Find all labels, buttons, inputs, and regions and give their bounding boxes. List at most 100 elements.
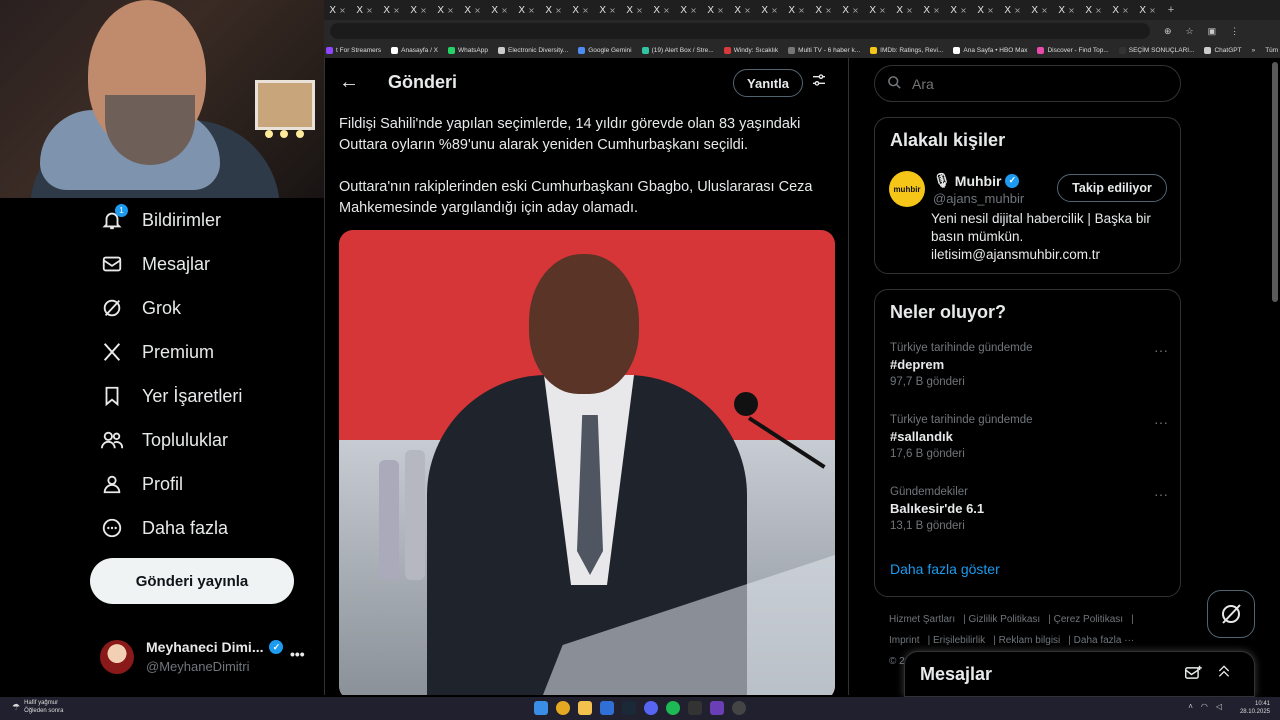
footer-link[interactable]: Hizmet Şartları <box>889 614 955 625</box>
close-icon[interactable]: × <box>1068 6 1075 15</box>
browser-tab[interactable]: X × <box>567 2 594 18</box>
expand-chevrons-icon[interactable] <box>1216 663 1232 684</box>
close-icon[interactable]: × <box>933 6 940 15</box>
discord-icon[interactable] <box>644 701 658 715</box>
close-icon[interactable]: × <box>420 6 427 15</box>
browser-tab[interactable]: X × <box>918 2 945 18</box>
nav-item-more[interactable]: Daha fazla <box>100 508 228 548</box>
nav-item-messages[interactable]: Mesajlar <box>100 244 210 284</box>
footer-link[interactable]: Erişilebilirlik <box>933 635 985 646</box>
footer-link[interactable]: Reklam bilgisi <box>999 635 1061 646</box>
user-name-row[interactable]: 🎙 Muhbir ✓ <box>933 172 1020 189</box>
account-switcher[interactable]: Meyhaneci Dimi... ✓ @MeyhaneDimitri ••• <box>100 636 310 680</box>
close-icon[interactable]: × <box>1095 6 1102 15</box>
chrome-icon[interactable] <box>556 701 570 715</box>
close-icon[interactable]: × <box>528 6 535 15</box>
close-icon[interactable]: × <box>1041 6 1048 15</box>
close-icon[interactable]: × <box>1149 6 1156 15</box>
back-arrow-icon[interactable]: ← <box>339 71 359 94</box>
reply-button[interactable]: Yanıtla <box>733 69 803 97</box>
close-icon[interactable]: × <box>798 6 805 15</box>
close-icon[interactable]: × <box>474 6 481 15</box>
trend-item[interactable]: Türkiye tarihinde gündemde #deprem 97,7 … <box>890 342 1170 388</box>
close-icon[interactable]: × <box>744 6 751 15</box>
browser-tab[interactable]: X × <box>837 2 864 18</box>
browser-tab[interactable]: X × <box>405 2 432 18</box>
browser-tab[interactable]: X × <box>891 2 918 18</box>
zoom-icon[interactable]: ⊕ <box>1164 26 1172 37</box>
nav-item-bookmarks[interactable]: Yer İşaretleri <box>100 376 242 416</box>
bookmark-item[interactable]: t For Streamers <box>326 46 381 54</box>
bookmark-item[interactable]: Anasayfa / X <box>391 46 438 54</box>
browser-tab[interactable]: X × <box>783 2 810 18</box>
close-icon[interactable]: × <box>609 6 616 15</box>
browser-tab[interactable]: X × <box>378 2 405 18</box>
bookmark-item[interactable]: Windy: Sıcaklık <box>723 46 778 54</box>
browser-tab[interactable]: X × <box>513 2 540 18</box>
close-icon[interactable]: × <box>663 6 670 15</box>
browser-tab[interactable]: X × <box>702 2 729 18</box>
page-scrollbar[interactable] <box>1272 62 1278 302</box>
footer-link[interactable]: Daha fazla ··· <box>1074 635 1135 646</box>
browser-tab[interactable]: X × <box>1080 2 1107 18</box>
close-icon[interactable]: × <box>906 6 913 15</box>
post-photo[interactable] <box>339 230 835 695</box>
more-options-icon[interactable]: ··· <box>1154 414 1168 430</box>
search-input[interactable] <box>912 75 1152 92</box>
following-button[interactable]: Takip ediliyor <box>1057 174 1167 202</box>
nav-item-premium[interactable]: Premium <box>100 332 214 372</box>
browser-tab[interactable]: X × <box>486 2 513 18</box>
messages-dock[interactable]: Mesajlar <box>904 651 1255 697</box>
address-bar[interactable] <box>330 23 1150 39</box>
footer-link[interactable]: Gizlilik Politikası <box>969 614 1041 625</box>
show-more-link[interactable]: Daha fazla göster <box>890 561 1000 577</box>
more-options-icon[interactable]: ··· <box>1154 342 1168 358</box>
more-options-icon[interactable]: ··· <box>1154 486 1168 502</box>
filter-settings-icon[interactable] <box>811 72 827 93</box>
more-options-icon[interactable]: ••• <box>290 646 305 662</box>
bookmark-item[interactable]: Google Gemini <box>578 46 632 54</box>
clock[interactable]: 10:41 28.10.2025 <box>1240 700 1270 716</box>
nav-item-communities[interactable]: Topluluklar <box>100 420 228 460</box>
browser-tab[interactable]: X × <box>810 2 837 18</box>
close-icon[interactable]: × <box>555 6 562 15</box>
browser-tab[interactable]: X × <box>999 2 1026 18</box>
nav-item-notifications[interactable]: 1 Bildirimler <box>100 200 221 240</box>
close-icon[interactable]: × <box>366 6 373 15</box>
extensions-icon[interactable]: ▣ <box>1208 26 1217 37</box>
grok-button[interactable] <box>1207 590 1255 638</box>
browser-tab[interactable]: X × <box>864 2 891 18</box>
browser-tab[interactable]: X × <box>324 2 351 18</box>
browser-tab[interactable]: X × <box>1053 2 1080 18</box>
browser-tab[interactable]: X × <box>675 2 702 18</box>
browser-tab[interactable]: X × <box>1107 2 1134 18</box>
close-icon[interactable]: × <box>690 6 697 15</box>
star-icon[interactable]: ☆ <box>1186 26 1194 37</box>
avatar[interactable]: muhbir <box>889 171 925 207</box>
close-icon[interactable]: × <box>447 6 454 15</box>
browser-tab[interactable]: X × <box>972 2 999 18</box>
bookmark-item[interactable]: WhatsApp <box>448 46 488 54</box>
close-icon[interactable]: × <box>582 6 589 15</box>
close-icon[interactable]: × <box>825 6 832 15</box>
search-box[interactable] <box>874 65 1181 102</box>
nav-item-profile[interactable]: Profil <box>100 464 183 504</box>
browser-tab[interactable]: X × <box>540 2 567 18</box>
close-icon[interactable]: × <box>1014 6 1021 15</box>
browser-tab[interactable]: X × <box>1026 2 1053 18</box>
close-icon[interactable]: × <box>501 6 508 15</box>
close-icon[interactable]: × <box>636 6 643 15</box>
close-icon[interactable]: × <box>339 6 346 15</box>
bookmark-item[interactable]: SEÇİM SONUÇLARI... <box>1118 46 1194 54</box>
app-icon[interactable] <box>732 701 746 715</box>
speaker-icon[interactable]: ◁ <box>1216 702 1222 711</box>
close-icon[interactable]: × <box>852 6 859 15</box>
browser-tab[interactable]: X × <box>459 2 486 18</box>
spotify-icon[interactable] <box>666 701 680 715</box>
bookmark-item[interactable]: ChatGPT <box>1204 46 1242 54</box>
browser-tab[interactable]: X × <box>432 2 459 18</box>
close-icon[interactable]: × <box>987 6 994 15</box>
menu-icon[interactable]: ⋮ <box>1230 26 1239 37</box>
post-button[interactable]: Gönderi yayınla <box>90 558 294 604</box>
footer-link[interactable]: Çerez Politikası <box>1054 614 1123 625</box>
